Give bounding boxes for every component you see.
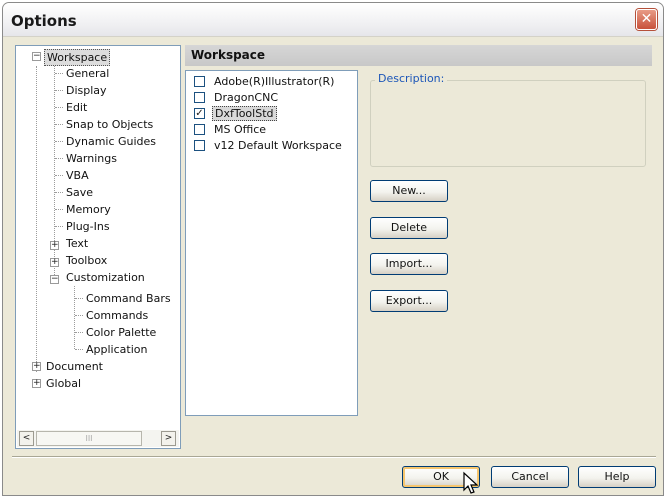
tree-line — [74, 286, 75, 349]
tree-line — [55, 209, 63, 210]
tree-item-memory[interactable]: Memory — [64, 202, 113, 217]
title-bar[interactable]: Options ✕ — [3, 3, 663, 37]
tree-item-application[interactable]: Application — [84, 342, 149, 357]
options-tree[interactable]: − + + − + + Workspace General Display Ed… — [15, 45, 181, 449]
tree-item-workspace[interactable]: Workspace — [44, 49, 111, 66]
tree-line — [75, 298, 83, 299]
export-button[interactable]: Export... — [370, 290, 448, 312]
tree-item-command-bars[interactable]: Command Bars — [84, 291, 173, 306]
tree-line — [55, 175, 63, 176]
tree-item-document[interactable]: Document — [44, 359, 105, 374]
tree-item-vba[interactable]: VBA — [64, 168, 91, 183]
tree-item-plug-ins[interactable]: Plug-Ins — [64, 219, 112, 234]
tree-line — [75, 315, 83, 316]
tree-line — [55, 73, 63, 74]
tree-item-warnings[interactable]: Warnings — [64, 151, 119, 166]
checkbox[interactable] — [194, 140, 205, 151]
new-button[interactable]: New... — [370, 180, 448, 202]
collapse-icon[interactable]: − — [50, 275, 59, 284]
checkmark-icon: ✓ — [195, 108, 204, 119]
tree-item-dynamic-guides[interactable]: Dynamic Guides — [64, 134, 158, 149]
dialog-title: Options — [11, 12, 77, 30]
tree-item-commands[interactable]: Commands — [84, 308, 150, 323]
mouse-cursor-icon — [463, 471, 479, 494]
scroll-left-arrow-icon[interactable]: < — [19, 431, 34, 446]
tree-line — [36, 66, 37, 372]
workspace-list[interactable]: Adobe(R)Illustrator(R) DragonCNC ✓ DxfTo… — [185, 70, 358, 416]
delete-button[interactable]: Delete — [370, 217, 448, 239]
description-group — [370, 80, 646, 167]
cancel-button[interactable]: Cancel — [491, 466, 569, 488]
tree-item-color-palette[interactable]: Color Palette — [84, 325, 158, 340]
tree-item-customization[interactable]: Customization — [64, 270, 147, 285]
tree-item-text[interactable]: Text — [64, 236, 90, 251]
tree-line — [55, 226, 63, 227]
expand-icon[interactable]: + — [32, 362, 41, 371]
scroll-right-arrow-icon[interactable]: > — [161, 431, 176, 446]
checkbox[interactable] — [194, 76, 205, 87]
footer-divider — [12, 456, 656, 458]
checkbox[interactable] — [194, 124, 205, 135]
tree-line — [55, 90, 63, 91]
checkbox[interactable]: ✓ — [194, 108, 205, 119]
tree-line — [55, 141, 63, 142]
close-button[interactable]: ✕ — [636, 9, 657, 30]
expand-icon[interactable]: + — [50, 241, 59, 250]
scrollbar-thumb[interactable]: III — [36, 431, 142, 446]
tree-line — [55, 124, 63, 125]
tree-horizontal-scrollbar[interactable]: < III > — [17, 430, 179, 447]
import-button[interactable]: Import... — [370, 253, 448, 275]
tree-item-snap-to-objects[interactable]: Snap to Objects — [64, 117, 155, 132]
expand-icon[interactable]: + — [32, 379, 41, 388]
tree-line — [55, 107, 63, 108]
pane-header: Workspace — [185, 45, 652, 66]
tree-line — [75, 349, 83, 350]
tree-line — [75, 332, 83, 333]
tree-item-edit[interactable]: Edit — [64, 100, 89, 115]
tree-item-toolbox[interactable]: Toolbox — [64, 253, 109, 268]
tree-line — [55, 192, 63, 193]
description-label: Description: — [375, 72, 448, 85]
expand-icon[interactable]: + — [50, 258, 59, 267]
help-button[interactable]: Help — [578, 466, 656, 488]
options-dialog: Options ✕ − + + − + + Workspace General — [2, 2, 664, 496]
tree-item-save[interactable]: Save — [64, 185, 95, 200]
tree-item-display[interactable]: Display — [64, 83, 109, 98]
close-icon: ✕ — [640, 11, 653, 27]
tree-item-general[interactable]: General — [64, 66, 111, 81]
tree-item-global[interactable]: Global — [44, 376, 83, 391]
checkbox[interactable] — [194, 92, 205, 103]
collapse-icon[interactable]: − — [32, 52, 41, 61]
tree-line — [55, 158, 63, 159]
